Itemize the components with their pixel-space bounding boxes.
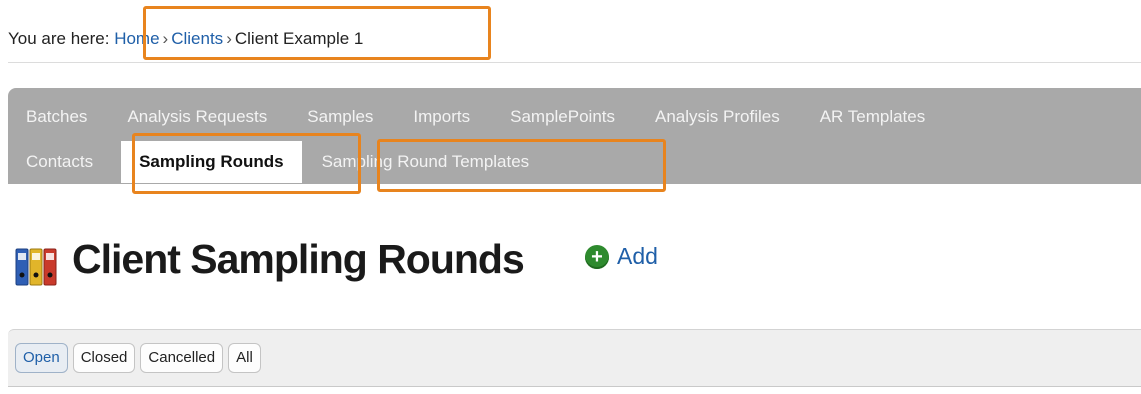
filter-cancelled-button[interactable]: Cancelled	[140, 343, 224, 373]
tab-row-1: Batches Analysis Requests Samples Import…	[8, 98, 945, 136]
tab-analysis-requests[interactable]: Analysis Requests	[107, 107, 287, 127]
plus-circle-icon: +	[585, 244, 609, 269]
breadcrumb-highlight-box	[143, 6, 491, 60]
add-button[interactable]: + Add	[585, 243, 658, 270]
add-button-label: Add	[617, 243, 658, 269]
review-state-filter-bar: Open Closed Cancelled All	[8, 329, 1141, 387]
tab-analysis-profiles[interactable]: Analysis Profiles	[635, 107, 800, 127]
binders-icon	[15, 247, 59, 287]
tab-contacts[interactable]: Contacts	[8, 152, 113, 172]
tab-highlight-box	[377, 139, 666, 192]
tab-highlight-box	[132, 133, 361, 194]
page-title: Client Sampling Rounds	[72, 236, 525, 282]
divider	[8, 62, 1141, 63]
tab-imports[interactable]: Imports	[393, 107, 490, 127]
tab-samplepoints[interactable]: SamplePoints	[490, 107, 635, 127]
filter-open-button[interactable]: Open	[15, 343, 68, 373]
tab-samples[interactable]: Samples	[287, 107, 393, 127]
tab-ar-templates[interactable]: AR Templates	[800, 107, 946, 127]
filter-closed-button[interactable]: Closed	[72, 343, 136, 373]
tab-batches[interactable]: Batches	[8, 107, 107, 127]
filter-button-group: Open Closed Cancelled All	[15, 343, 261, 373]
filter-all-button[interactable]: All	[228, 343, 261, 373]
breadcrumb-prefix: You are here:	[8, 29, 110, 48]
